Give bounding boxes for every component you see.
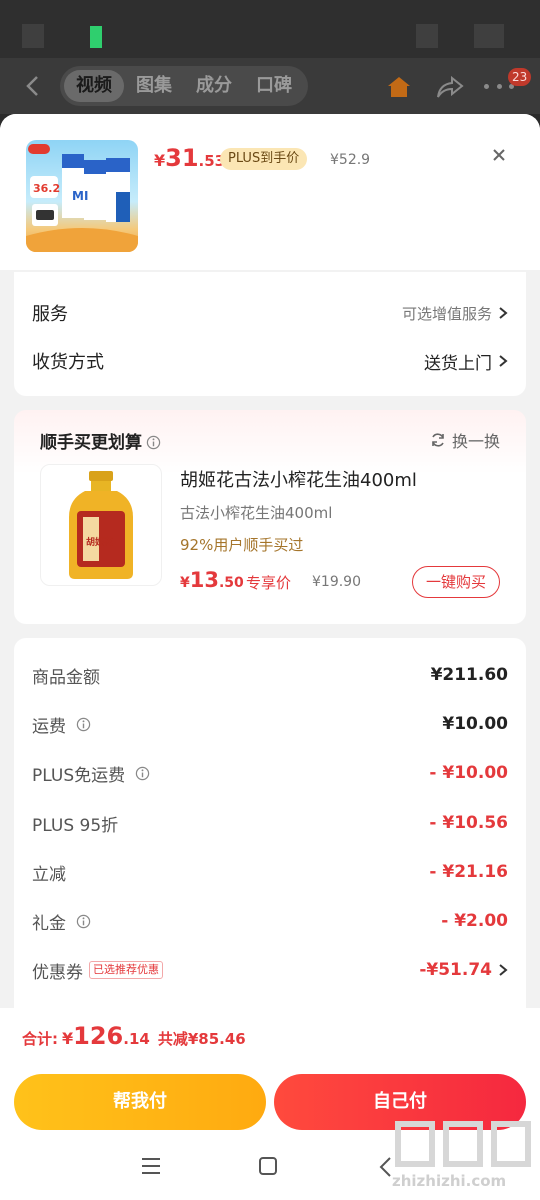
summary-value: -¥51.74 bbox=[419, 960, 492, 980]
battery-icon bbox=[90, 26, 102, 48]
home-icon[interactable] bbox=[386, 74, 412, 100]
summary-value: - ¥10.00 bbox=[429, 763, 508, 783]
svg-text:胡姬花: 胡姬花 bbox=[86, 536, 113, 548]
summary-label: 商品金额 bbox=[32, 667, 100, 688]
ask-friend-pay-button[interactable]: 帮我付 bbox=[14, 1074, 266, 1130]
swap-button[interactable]: 换一换 bbox=[430, 428, 500, 452]
original-price: ¥52.9 bbox=[330, 152, 371, 168]
watermark-text: zhizhizhi.com bbox=[392, 1172, 507, 1190]
share-icon[interactable] bbox=[436, 74, 464, 100]
summary-label: 优惠券 已选推荐优惠 bbox=[32, 958, 163, 983]
coupon-row[interactable]: 优惠券 已选推荐优惠 -¥51.74 bbox=[32, 955, 508, 985]
total-price: 合计: ¥126.14 共减¥85.46 bbox=[22, 1022, 246, 1050]
svg-text:36.2: 36.2 bbox=[33, 182, 60, 195]
delivery-row[interactable]: 收货方式 送货上门 bbox=[32, 346, 508, 376]
bundle-title: 顺手买更划算 bbox=[40, 428, 161, 453]
one-click-buy-button[interactable]: 一键购买 bbox=[412, 566, 500, 598]
product-price: ¥31.53 bbox=[154, 144, 226, 172]
bundle-original-price: ¥19.90 bbox=[312, 574, 361, 590]
chevron-right-icon bbox=[499, 307, 508, 319]
tab-video[interactable]: 视频 bbox=[64, 70, 124, 102]
service-row[interactable]: 服务 可选增值服务 bbox=[32, 298, 508, 328]
product-image: MI 36.2 bbox=[26, 140, 138, 252]
refresh-icon bbox=[432, 433, 444, 447]
sheet-header: MI 36.2 ¥31.53 PLUS到手价 ¥52.9 bbox=[0, 114, 540, 270]
bundle-card: 顺手买更划算 换一换 胡姬花 胡姬花古法小榨花生油400ml 古法小榨花生油40… bbox=[14, 410, 526, 624]
chevron-right-icon bbox=[499, 964, 508, 976]
summary-value: - ¥21.16 bbox=[429, 862, 508, 882]
summary-row: PLUS免运费 - ¥10.00 bbox=[32, 758, 508, 788]
summary-value: ¥211.60 bbox=[430, 665, 508, 685]
delivery-value: 送货上门 bbox=[424, 353, 492, 374]
summary-label: PLUS免运费 bbox=[32, 761, 150, 786]
status-bar bbox=[0, 0, 540, 58]
summary-row: 运费 ¥10.00 bbox=[32, 709, 508, 739]
price-summary-card: 商品金额 ¥211.60 运费 ¥10.00 PLUS免运费 - ¥10.00 … bbox=[14, 638, 526, 1058]
status-icon bbox=[22, 24, 44, 48]
more-icon[interactable] bbox=[484, 84, 514, 92]
summary-label: 礼金 bbox=[32, 909, 91, 934]
notification-badge: 23 bbox=[508, 68, 532, 86]
summary-row: 商品金额 ¥211.60 bbox=[32, 660, 508, 690]
plus-price-tag: PLUS到手价 bbox=[220, 148, 308, 170]
summary-label: 运费 bbox=[32, 712, 91, 737]
bundle-product-name[interactable]: 胡姬花古法小榨花生油400ml bbox=[180, 466, 417, 492]
status-icon bbox=[474, 24, 504, 48]
service-label: 服务 bbox=[32, 304, 68, 325]
bundle-product-spec: 古法小榨花生油400ml bbox=[180, 504, 333, 522]
bundle-buy-stat: 92%用户顺手买过 bbox=[180, 536, 304, 554]
summary-row: PLUS 95折 - ¥10.56 bbox=[32, 808, 508, 838]
summary-row: 礼金 - ¥2.00 bbox=[32, 906, 508, 936]
info-icon[interactable] bbox=[135, 766, 150, 781]
summary-value: ¥10.00 bbox=[442, 714, 508, 734]
tab-reviews[interactable]: 口碑 bbox=[244, 70, 304, 102]
summary-label: 立减 bbox=[32, 864, 66, 885]
media-tabs: 视频 图集 成分 口碑 bbox=[60, 66, 308, 106]
delivery-label: 收货方式 bbox=[32, 352, 104, 373]
bundle-product-image[interactable]: 胡姬花 bbox=[40, 464, 162, 586]
service-card: 服务 可选增值服务 收货方式 送货上门 bbox=[14, 272, 526, 396]
chevron-right-icon bbox=[499, 355, 508, 367]
info-icon[interactable] bbox=[76, 717, 91, 732]
total-saved: 共减¥85.46 bbox=[157, 1030, 246, 1048]
summary-value: - ¥10.56 bbox=[429, 813, 508, 833]
summary-value: - ¥2.00 bbox=[441, 911, 508, 931]
service-value: 可选增值服务 bbox=[401, 304, 492, 323]
back-icon[interactable] bbox=[22, 74, 44, 98]
bundle-price: ¥13.50 bbox=[180, 568, 244, 592]
info-icon[interactable] bbox=[76, 914, 91, 929]
close-icon[interactable] bbox=[488, 144, 510, 166]
home-square-icon[interactable] bbox=[258, 1156, 278, 1176]
coupon-tag: 已选推荐优惠 bbox=[89, 961, 163, 979]
exclusive-price-tag: 专享价 bbox=[246, 574, 292, 592]
info-icon[interactable] bbox=[146, 435, 161, 450]
svg-text:MI: MI bbox=[72, 189, 88, 203]
menu-icon[interactable] bbox=[140, 1156, 162, 1176]
summary-label: PLUS 95折 bbox=[32, 815, 119, 836]
status-icon bbox=[416, 24, 438, 48]
tab-ingredients[interactable]: 成分 bbox=[184, 70, 244, 102]
top-nav: 视频 图集 成分 口碑 23 bbox=[0, 58, 540, 114]
tab-gallery[interactable]: 图集 bbox=[124, 70, 184, 102]
summary-row: 立减 - ¥21.16 bbox=[32, 857, 508, 887]
